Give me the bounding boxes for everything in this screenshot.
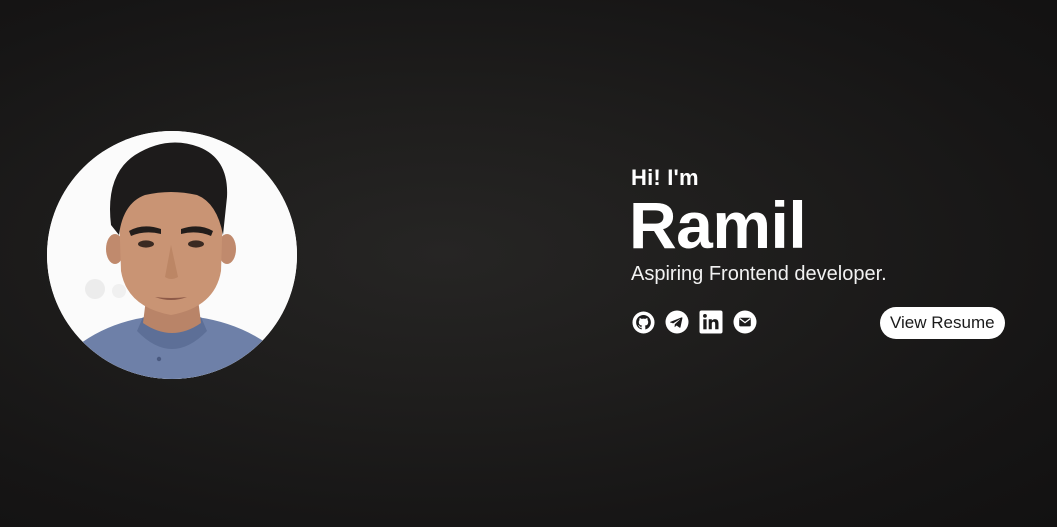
- profile-photo: [47, 131, 297, 379]
- profile-name: Ramil: [629, 188, 807, 262]
- github-icon: [631, 310, 655, 334]
- email-link[interactable]: [733, 310, 757, 334]
- telegram-icon: [665, 310, 689, 334]
- linkedin-link[interactable]: [699, 310, 723, 334]
- email-icon: [733, 310, 757, 334]
- profile-tagline: Aspiring Frontend developer.: [631, 263, 887, 285]
- profile-avatar: [47, 131, 297, 379]
- action-row: View Resume: [631, 307, 1006, 339]
- github-link[interactable]: [631, 310, 655, 334]
- view-resume-button[interactable]: View Resume: [880, 307, 1005, 339]
- linkedin-icon: [699, 310, 723, 334]
- intro-section: Hi! I'm Ramil Aspiring Frontend develope…: [629, 165, 1011, 339]
- telegram-link[interactable]: [665, 310, 689, 334]
- social-links: [631, 310, 757, 334]
